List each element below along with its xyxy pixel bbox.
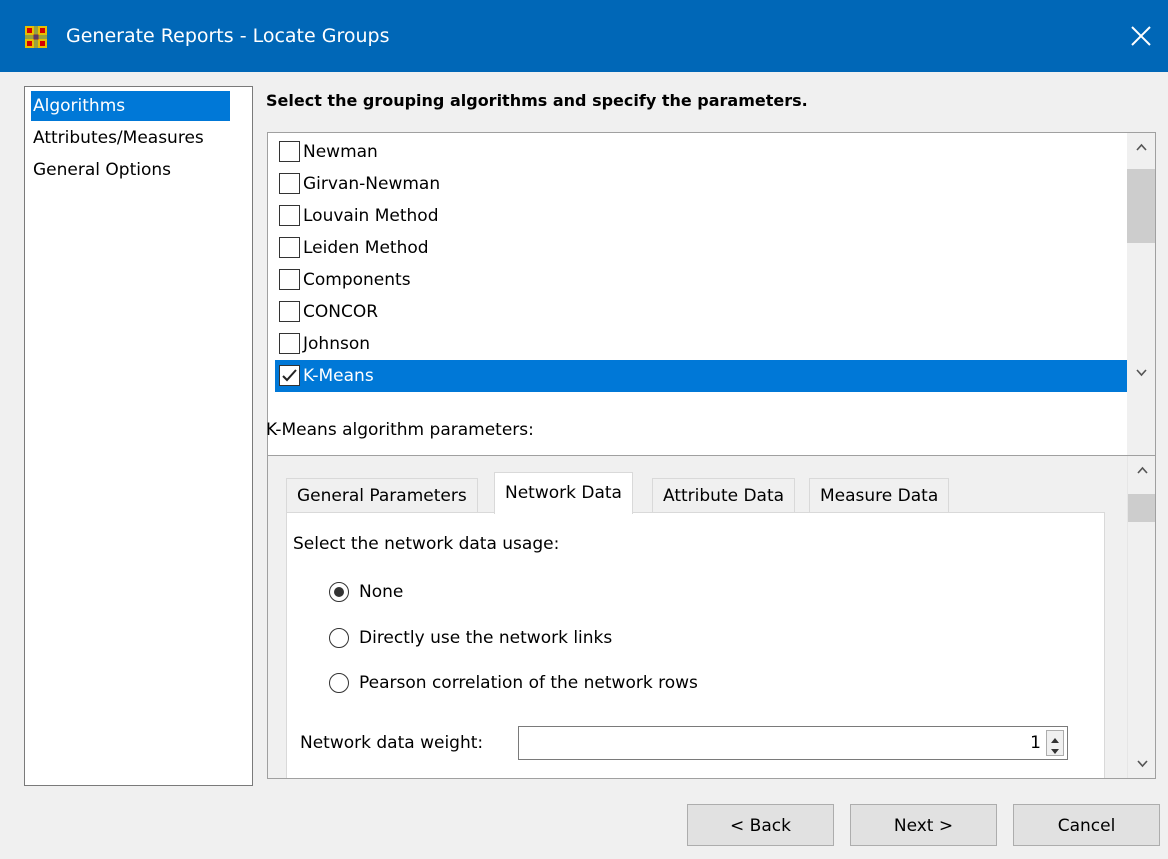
list-item-leiden-method[interactable]: Leiden Method (275, 232, 1131, 264)
list-item-label: Components (303, 270, 411, 290)
close-icon (1131, 26, 1151, 46)
louvain-method-checkbox[interactable] (279, 205, 300, 226)
list-item-label: Louvain Method (303, 206, 439, 226)
network-weight-value[interactable]: 1 (1030, 727, 1041, 759)
next-button[interactable]: Next > (850, 804, 997, 846)
algorithm-list-scrollbar[interactable] (1127, 133, 1155, 459)
list-item-johnson[interactable]: Johnson (275, 328, 1131, 360)
sidebar-item-algorithms[interactable]: Algorithms (31, 91, 230, 121)
radio-button[interactable] (329, 582, 349, 602)
list-item-label: CONCOR (303, 302, 379, 322)
list-item-louvain-method[interactable]: Louvain Method (275, 200, 1131, 232)
algorithm-list[interactable]: Newman Girvan-Newman Louvain Method Leid… (267, 132, 1156, 460)
johnson-checkbox[interactable] (279, 333, 300, 354)
list-item-newman[interactable]: Newman (275, 136, 1131, 168)
components-checkbox[interactable] (279, 269, 300, 290)
tab-general-parameters[interactable]: General Parameters (286, 478, 478, 512)
parameters-scrollbar[interactable] (1127, 456, 1155, 778)
chevron-up-icon[interactable] (1136, 143, 1147, 151)
triangle-down-icon (1051, 749, 1059, 754)
spinner-up-button[interactable] (1047, 731, 1063, 743)
tab-network-data[interactable]: Network Data (494, 472, 633, 514)
girvan-newman-checkbox[interactable] (279, 173, 300, 194)
network-weight-spinner[interactable]: 1 (518, 726, 1068, 760)
chevron-up-icon[interactable] (1137, 466, 1148, 474)
list-item-components[interactable]: Components (275, 264, 1131, 296)
newman-checkbox[interactable] (279, 141, 300, 162)
title-bar: Generate Reports - Locate Groups (0, 0, 1168, 72)
radio-label: None (359, 582, 404, 602)
list-item-label: Johnson (303, 334, 370, 354)
list-item-concor[interactable]: CONCOR (275, 296, 1131, 328)
back-button[interactable]: < Back (687, 804, 834, 846)
grid-app-icon (25, 26, 47, 48)
sidebar-item-general-options[interactable]: General Options (31, 155, 173, 185)
dialog-content: Algorithms Attributes/Measures General O… (0, 72, 1168, 859)
list-item-k-means[interactable]: K-Means (275, 360, 1131, 392)
leiden-method-checkbox[interactable] (279, 237, 300, 258)
radio-label: Pearson correlation of the network rows (359, 673, 698, 693)
spinner-down-button[interactable] (1047, 743, 1063, 755)
network-weight-label: Network data weight: (300, 733, 484, 753)
tab-measure-data[interactable]: Measure Data (809, 478, 950, 512)
network-usage-label: Select the network data usage: (293, 534, 560, 554)
chevron-down-icon[interactable] (1136, 369, 1147, 377)
chevron-down-icon[interactable] (1137, 760, 1148, 768)
scrollbar-thumb[interactable] (1128, 494, 1155, 522)
sidebar: Algorithms Attributes/Measures General O… (24, 86, 253, 786)
tab-attribute-data[interactable]: Attribute Data (652, 478, 796, 512)
close-button[interactable] (1112, 16, 1168, 56)
cancel-button[interactable]: Cancel (1013, 804, 1160, 846)
list-item-label: Leiden Method (303, 238, 429, 258)
spinner-buttons[interactable] (1046, 730, 1064, 756)
dialog-window: Generate Reports - Locate Groups Algorit… (0, 0, 1168, 859)
list-item-label: Newman (303, 142, 378, 162)
k-means-checkbox[interactable] (279, 365, 300, 386)
list-item-label: K-Means (303, 366, 374, 386)
parameters-label: K-Means algorithm parameters: (266, 420, 534, 440)
radio-label: Directly use the network links (359, 628, 613, 648)
radio-button[interactable] (329, 628, 349, 648)
window-title: Generate Reports - Locate Groups (66, 25, 390, 47)
list-item-girvan-newman[interactable]: Girvan-Newman (275, 168, 1131, 200)
parameters-panel: General Parameters Network Data Attribut… (267, 455, 1156, 779)
algorithms-heading: Select the grouping algorithms and speci… (266, 91, 808, 110)
radio-button[interactable] (329, 673, 349, 693)
list-item-label: Girvan-Newman (303, 174, 441, 194)
scrollbar-thumb[interactable] (1127, 169, 1155, 243)
concor-checkbox[interactable] (279, 301, 300, 322)
checkmark-icon (282, 369, 297, 382)
sidebar-item-attributes-measures[interactable]: Attributes/Measures (31, 123, 206, 153)
